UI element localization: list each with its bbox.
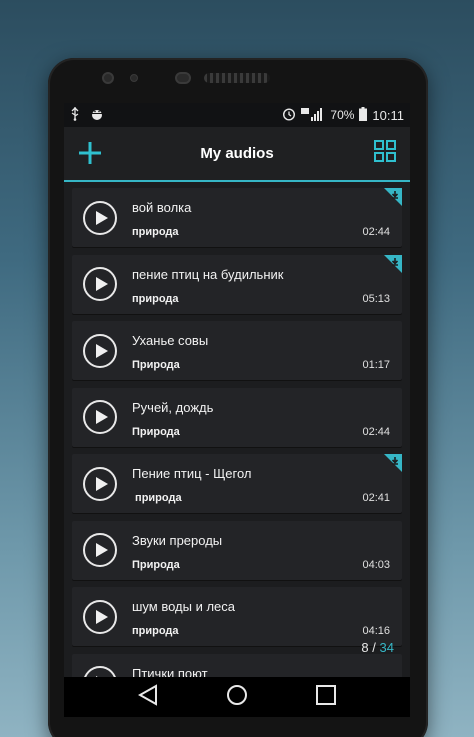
- song-duration: 04:16: [362, 625, 390, 637]
- home-button[interactable]: [226, 684, 248, 711]
- list-item[interactable]: Звуки прероды Природа 04:03: [72, 520, 402, 580]
- song-artist: природа: [132, 492, 182, 504]
- counter-separator: /: [372, 640, 376, 655]
- counter-current: 8: [361, 640, 369, 655]
- battery-icon: [359, 106, 368, 124]
- play-icon: [95, 476, 108, 491]
- speaker-grille: [204, 73, 270, 83]
- play-icon: [95, 543, 108, 557]
- song-title: шум воды и леса: [132, 599, 235, 614]
- play-icon: [95, 210, 108, 225]
- clock: 10:11: [372, 107, 404, 123]
- battery-percent: 70%: [330, 108, 355, 122]
- downloaded-icon: [384, 188, 402, 206]
- usb-icon: [70, 106, 80, 124]
- play-icon: [95, 277, 108, 291]
- home-icon: [227, 684, 247, 705]
- list-item[interactable]: Пение птиц - Щегол природа 02:41: [72, 454, 402, 513]
- song-duration: 04:03: [362, 558, 390, 571]
- downloaded-icon: [384, 254, 402, 273]
- front-camera-icon: [102, 72, 114, 84]
- song-title: вой волка: [132, 200, 192, 215]
- back-icon: [137, 683, 157, 706]
- play-icon: [95, 343, 108, 358]
- list-item[interactable]: шум воды и леса природа 04:16: [72, 587, 402, 646]
- status-bar: 70% 10:11: [64, 103, 410, 127]
- song-duration: 05:13: [362, 292, 390, 305]
- song-title: Звуки прероды: [132, 532, 223, 548]
- song-duration: 02:44: [362, 226, 390, 238]
- play-button[interactable]: [83, 200, 117, 235]
- song-title: пение птиц на будильник: [132, 266, 284, 282]
- song-title: Ручей, дождь: [132, 399, 214, 415]
- list-item[interactable]: пение птиц на будильник природа 05:13: [72, 254, 402, 314]
- sensor-icon: [130, 74, 138, 82]
- play-button[interactable]: [83, 333, 117, 368]
- app-bar: My audios: [64, 127, 410, 182]
- play-button[interactable]: [83, 533, 117, 567]
- recents-button[interactable]: [316, 684, 336, 710]
- list-item[interactable]: вой волка природа 02:44: [72, 188, 402, 247]
- song-artist: природа: [132, 226, 179, 238]
- phone-top-bezel: [48, 58, 428, 104]
- list-item[interactable]: Ручей, дождь Природа 02:44: [72, 387, 402, 447]
- android-debug-icon: [90, 107, 104, 124]
- audio-list[interactable]: вой волка природа 02:44 пение птиц на бу…: [64, 182, 410, 713]
- song-title: Уханье совы: [132, 333, 209, 348]
- page-counter: 8 / 34: [361, 640, 394, 655]
- song-artist: природа: [132, 292, 179, 305]
- hd-signal-icon: [301, 107, 325, 124]
- song-duration: 02:44: [362, 425, 390, 438]
- song-artist: природа: [132, 625, 179, 637]
- phone-screen: 70% 10:11 My audios вой волка природа 02…: [64, 103, 410, 717]
- play-button[interactable]: [83, 599, 117, 634]
- play-icon: [95, 609, 108, 624]
- recents-icon: [316, 684, 336, 705]
- song-duration: 02:41: [362, 492, 390, 504]
- back-button[interactable]: [137, 683, 158, 711]
- proximity-sensor-icon: [175, 72, 191, 84]
- song-title: Пение птиц - Щегол: [132, 466, 252, 481]
- downloaded-icon: [384, 454, 402, 472]
- play-button[interactable]: [83, 400, 117, 434]
- play-button[interactable]: [83, 466, 117, 501]
- alarm-icon: [282, 107, 296, 124]
- song-artist: Природа: [132, 359, 180, 371]
- play-button[interactable]: [83, 267, 117, 301]
- counter-total: 34: [379, 640, 394, 655]
- song-artist: Природа: [132, 558, 180, 571]
- play-icon: [95, 410, 108, 424]
- list-item[interactable]: Уханье совы Природа 01:17: [72, 321, 402, 380]
- page-title: My audios: [200, 145, 274, 162]
- navigation-bar: [64, 677, 410, 717]
- song-artist: Природа: [132, 425, 180, 438]
- song-duration: 01:17: [362, 359, 390, 371]
